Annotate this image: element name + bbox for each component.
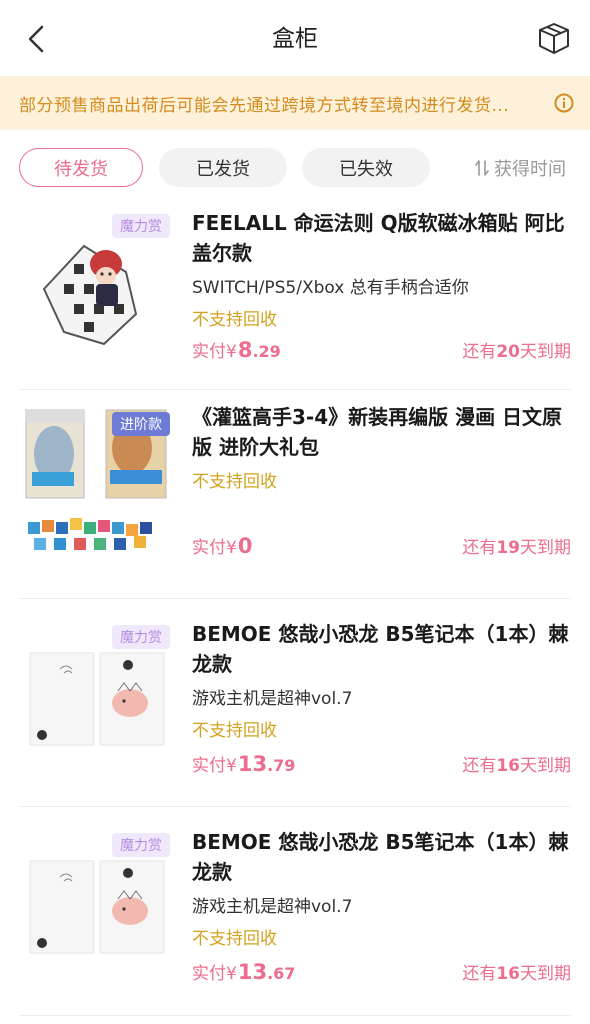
expire-suffix: 天到期: [520, 964, 571, 984]
expire-prefix: 还有: [462, 756, 497, 776]
expire-suffix: 天到期: [520, 756, 571, 776]
product-thumbnail: 魔力赏: [24, 214, 172, 364]
price-integer: 8: [237, 338, 253, 362]
item-name: 《灌篮高手3-4》新装再编版 漫画 日文原版 进阶大礼包: [192, 405, 563, 459]
price-integer: 13: [237, 752, 268, 776]
box-icon: [539, 23, 569, 54]
recycle-status: 不支持回收: [192, 929, 277, 949]
price-label: 实付¥: [192, 964, 237, 984]
price-row: 实付¥ 0 还有19天到期: [192, 533, 571, 563]
expire-prefix: 还有: [462, 538, 497, 558]
list-item[interactable]: 进阶款 《灌篮高手3-4》新装再编版 漫画 日文原版 进阶大礼包 不支持回收 实…: [0, 390, 590, 599]
notice-text: 部分预售商品出荷后可能会先通过跨境方式转至境内进行发货...: [19, 95, 510, 116]
sort-label: 获得时间: [494, 158, 566, 180]
item-price: 实付¥ 8 .29: [192, 337, 281, 362]
price-row: 实付¥ 13 .67 还有16天到期: [192, 959, 571, 989]
sort-icon: [475, 159, 489, 176]
price-label: 实付¥: [192, 538, 237, 558]
price-label: 实付¥: [192, 342, 237, 362]
expire-days: 16: [496, 756, 520, 776]
price-decimal: .29: [252, 342, 281, 361]
item-badge: 魔力赏: [112, 214, 170, 238]
price-row: 实付¥ 8 .29 还有20天到期: [192, 337, 571, 367]
item-info: BEMOE 悠哉小恐龙 B5笔记本（1本）棘龙款 游戏主机是超神vol.7 不支…: [192, 827, 571, 951]
item-subtitle: SWITCH/PS5/Xbox 总有手柄合适你: [192, 278, 469, 298]
list-item[interactable]: 魔力赏 FEELALL 命运法则 Q版软磁冰箱贴 阿比盖尔款 SWITCH/PS…: [0, 200, 590, 390]
expire-prefix: 还有: [462, 342, 497, 362]
item-price: 实付¥ 13 .79: [192, 751, 295, 776]
info-icon[interactable]: [554, 93, 574, 113]
divider: [19, 1015, 571, 1016]
price-decimal: .67: [267, 964, 296, 983]
item-price: 实付¥ 0: [192, 533, 252, 558]
price-label: 实付¥: [192, 756, 237, 776]
product-thumbnail: 魔力赏: [24, 625, 172, 775]
item-subtitle: 游戏主机是超神vol.7: [192, 897, 353, 917]
item-list: 魔力赏 FEELALL 命运法则 Q版软磁冰箱贴 阿比盖尔款 SWITCH/PS…: [0, 200, 590, 1016]
item-name: BEMOE 悠哉小恐龙 B5笔记本（1本）棘龙款: [192, 622, 569, 676]
notice-banner[interactable]: 部分预售商品出荷后可能会先通过跨境方式转至境内进行发货...: [0, 76, 590, 130]
expire-info: 还有20天到期: [462, 337, 571, 362]
item-price: 实付¥ 13 .67: [192, 959, 295, 984]
item-badge: 魔力赏: [112, 833, 170, 857]
product-thumbnail: 魔力赏: [24, 833, 172, 983]
expire-info: 还有16天到期: [462, 959, 571, 984]
tab-shipped[interactable]: 已发货: [159, 148, 287, 187]
tab-expired[interactable]: 已失效: [302, 148, 430, 187]
price-integer: 13: [237, 960, 268, 984]
list-item[interactable]: 魔力赏 BEMOE 悠哉小恐龙 B5笔记本（1本）棘龙款 游戏主机是超神vol.…: [0, 599, 590, 807]
product-thumbnail: 进阶款: [24, 404, 172, 554]
list-item[interactable]: 魔力赏 BEMOE 悠哉小恐龙 B5笔记本（1本）棘龙款 游戏主机是超神vol.…: [0, 807, 590, 1016]
expire-info: 还有16天到期: [462, 751, 571, 776]
expire-info: 还有19天到期: [462, 533, 571, 558]
sort-button[interactable]: 获得时间: [474, 148, 566, 187]
header-bar: 盒柜: [0, 0, 590, 76]
recycle-status: 不支持回收: [192, 721, 277, 741]
item-name: FEELALL 命运法则 Q版软磁冰箱贴 阿比盖尔款: [192, 211, 565, 265]
status-tabs: 待发货 已发货 已失效 获得时间: [0, 148, 590, 190]
item-name: BEMOE 悠哉小恐龙 B5笔记本（1本）棘龙款: [192, 830, 569, 884]
tab-pending-shipment[interactable]: 待发货: [19, 148, 143, 187]
item-info: 《灌篮高手3-4》新装再编版 漫画 日文原版 进阶大礼包 不支持回收: [192, 402, 571, 494]
expire-days: 20: [496, 342, 520, 362]
item-badge: 进阶款: [112, 412, 170, 436]
expire-prefix: 还有: [462, 964, 497, 984]
item-info: FEELALL 命运法则 Q版软磁冰箱贴 阿比盖尔款 SWITCH/PS5/Xb…: [192, 208, 571, 332]
recycle-status: 不支持回收: [192, 472, 277, 492]
item-info: BEMOE 悠哉小恐龙 B5笔记本（1本）棘龙款 游戏主机是超神vol.7 不支…: [192, 619, 571, 743]
item-subtitle: 游戏主机是超神vol.7: [192, 689, 353, 709]
box-button[interactable]: [534, 18, 574, 58]
expire-suffix: 天到期: [520, 342, 571, 362]
price-integer: 0: [237, 534, 253, 558]
price-row: 实付¥ 13 .79 还有16天到期: [192, 751, 571, 781]
price-decimal: .79: [267, 756, 296, 775]
item-badge: 魔力赏: [112, 625, 170, 649]
expire-days: 19: [496, 538, 520, 558]
expire-days: 16: [496, 964, 520, 984]
page-title: 盒柜: [272, 26, 318, 52]
expire-suffix: 天到期: [520, 538, 571, 558]
recycle-status: 不支持回收: [192, 310, 277, 330]
